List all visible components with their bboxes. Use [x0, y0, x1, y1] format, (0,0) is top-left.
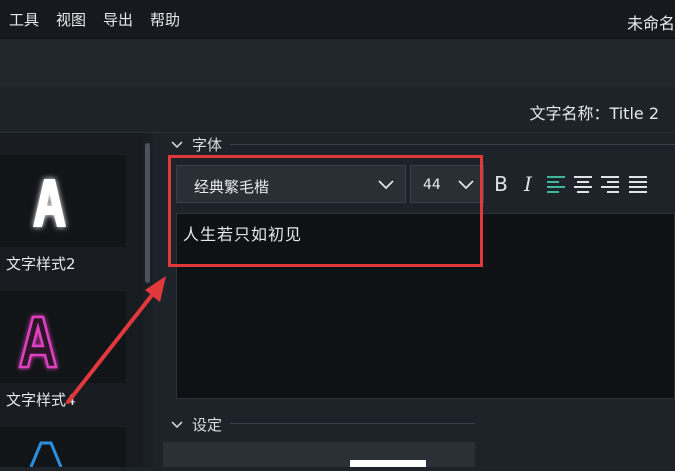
- font-size-value: 44: [423, 177, 441, 193]
- align-justify-icon: [629, 176, 647, 193]
- text-name-row: 文字名称：Title 2: [0, 88, 675, 133]
- chevron-down-icon: [171, 420, 183, 428]
- text-style-list: 文字样式2 文字样式4: [0, 133, 143, 468]
- letter-a-pink-icon: [18, 315, 58, 369]
- letter-a-blue-icon: [29, 441, 63, 468]
- style-list-scrollbar[interactable]: [143, 133, 153, 467]
- settings-preview: [350, 460, 426, 467]
- align-left-icon: [547, 176, 565, 193]
- menu-export[interactable]: 导出: [103, 9, 133, 30]
- align-center-button[interactable]: [572, 170, 594, 198]
- section-divider: [230, 144, 675, 145]
- settings-section-header[interactable]: 设定: [170, 414, 222, 435]
- font-section-title: 字体: [192, 136, 223, 154]
- menu-bar: 工具 视图 导出 帮助 未命名: [0, 0, 675, 39]
- section-divider: [230, 423, 475, 424]
- chevron-down-icon: [378, 180, 394, 190]
- font-size-select[interactable]: 44: [410, 165, 484, 203]
- scrollbar-thumb[interactable]: [145, 143, 150, 283]
- toolbar: [0, 39, 675, 87]
- menu-view[interactable]: 视图: [56, 9, 86, 30]
- chevron-down-icon: [458, 180, 474, 190]
- text-name-label: 文字名称：Title 2: [529, 104, 659, 123]
- font-family-value: 经典繁毛楷: [194, 178, 270, 196]
- style-thumb-next[interactable]: [0, 427, 126, 468]
- align-left-button[interactable]: [545, 170, 567, 198]
- title-text-editor[interactable]: 人生若只如初见: [176, 213, 675, 399]
- style-thumb-4[interactable]: [0, 291, 126, 383]
- menu-tools[interactable]: 工具: [9, 9, 39, 30]
- document-title: 未命名: [626, 14, 675, 33]
- menu-help[interactable]: 帮助: [150, 9, 180, 30]
- letter-a-white-icon: [33, 179, 66, 227]
- title-text-content[interactable]: 人生若只如初见: [183, 221, 302, 245]
- style-label-2: 文字样式2: [6, 255, 76, 273]
- bold-button[interactable]: B: [490, 170, 512, 198]
- style-thumb-2[interactable]: [0, 155, 126, 247]
- font-family-select[interactable]: 经典繁毛楷: [176, 165, 406, 203]
- font-section-header[interactable]: 字体: [170, 134, 222, 155]
- italic-button[interactable]: I: [517, 170, 539, 198]
- style-label-4: 文字样式4: [6, 391, 76, 409]
- align-center-icon: [574, 176, 592, 193]
- chevron-down-icon: [171, 140, 183, 148]
- align-justify-button[interactable]: [627, 170, 649, 198]
- align-right-button[interactable]: [599, 170, 621, 198]
- align-right-icon: [601, 176, 619, 193]
- settings-section-title: 设定: [192, 416, 223, 434]
- settings-panel: [163, 442, 475, 467]
